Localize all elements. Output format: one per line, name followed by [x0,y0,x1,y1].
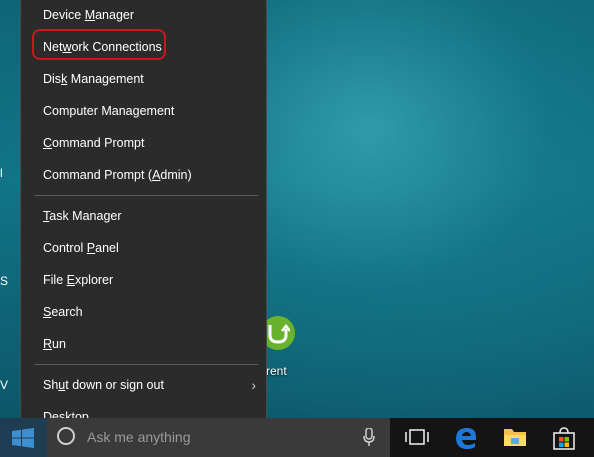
menu-item-file-explorer[interactable]: File Explorer [21,264,266,296]
menu-item-run[interactable]: Run [21,328,266,360]
menu-item-search[interactable]: Search [21,296,266,328]
menu-item-task-manager[interactable]: Task Manager [21,200,266,232]
edge-browser-button[interactable] [441,418,489,457]
chevron-right-icon: › [251,377,256,393]
store-bag-icon [553,427,575,450]
desktop-edge-text: V [0,378,9,392]
menu-item-disk-management[interactable]: Disk Management [21,63,266,95]
menu-item-device-manager[interactable]: Device Manager [21,0,266,31]
microphone-icon[interactable] [363,428,375,446]
task-view-button[interactable] [392,418,440,457]
start-button[interactable] [0,418,47,457]
desktop-edge-text: S [0,274,9,288]
file-explorer-button[interactable] [490,418,538,457]
winx-context-menu: Device Manager Network Connections Disk … [20,0,267,439]
menu-item-shut-down-or-sign-out[interactable]: Shut down or sign out › [21,369,266,401]
menu-item-computer-management[interactable]: Computer Management [21,95,266,127]
folder-icon [504,429,526,446]
red-highlight-annotation [32,29,166,60]
edge-browser-icon [456,428,476,449]
store-button[interactable] [539,418,587,457]
menu-item-control-panel[interactable]: Control Panel [21,232,266,264]
search-placeholder: Ask me anything [87,429,191,445]
menu-item-command-prompt[interactable]: Command Prompt [21,127,266,159]
desktop-edge-text: l [0,166,3,180]
desktop-icon-label: rent [266,364,287,378]
menu-item-command-prompt-admin[interactable]: Command Prompt (Admin) [21,159,266,191]
windows-logo-icon [12,428,34,448]
task-view-icon [405,429,429,445]
menu-separator [34,195,258,196]
menu-separator [34,364,258,365]
cortana-search-box[interactable]: Ask me anything [47,418,390,457]
cortana-circle-icon [57,427,75,445]
taskbar: Ask me anything [0,418,594,457]
